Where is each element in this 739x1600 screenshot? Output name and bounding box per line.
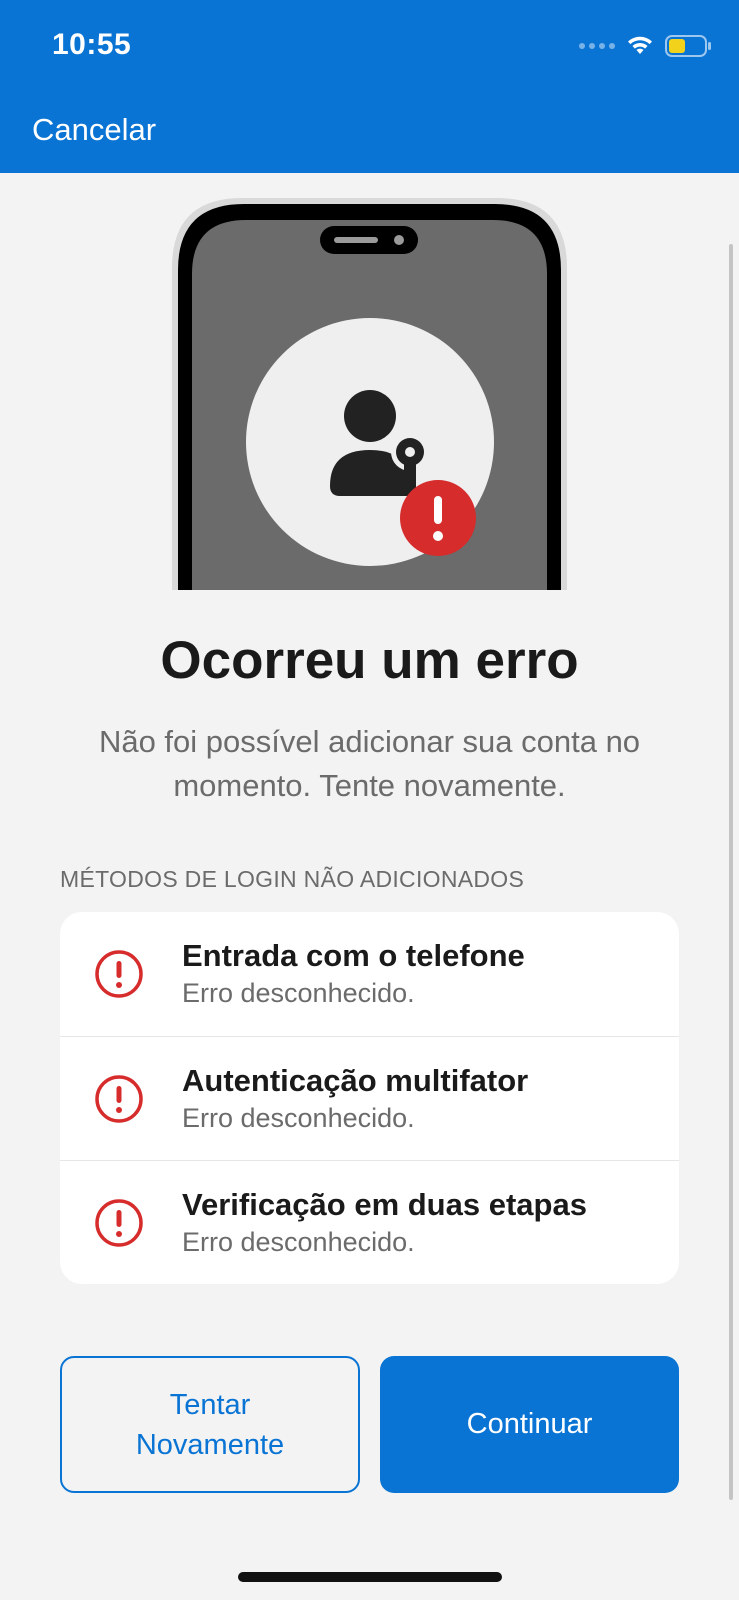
- cancel-button[interactable]: Cancelar: [32, 112, 156, 148]
- list-item-title: Entrada com o telefone: [182, 938, 525, 973]
- list-item: Autenticação multifator Erro desconhecid…: [60, 1036, 679, 1160]
- section-header: MÉTODOS DE LOGIN NÃO ADICIONADOS: [60, 866, 525, 892]
- retry-button-label: Tentar Novamente: [136, 1385, 284, 1465]
- top-bar: 10:55 Cancelar: [0, 0, 739, 173]
- login-methods-list: Entrada com o telefone Erro desconhecido…: [60, 912, 679, 1284]
- list-item: Entrada com o telefone Erro desconhecido…: [60, 912, 679, 1036]
- list-item-title: Autenticação multifator: [182, 1063, 529, 1098]
- continue-button[interactable]: Continuar: [380, 1356, 679, 1493]
- retry-button[interactable]: Tentar Novamente: [60, 1356, 360, 1493]
- list-item-status: Erro desconhecido.: [182, 1227, 415, 1257]
- signal-dots-icon: [579, 43, 615, 49]
- scrollbar[interactable]: [729, 244, 733, 1500]
- list-item: Verificação em duas etapas Erro desconhe…: [60, 1160, 679, 1284]
- error-circle-icon: [95, 1075, 143, 1123]
- retry-label-line-1: Tentar: [169, 1388, 251, 1421]
- home-indicator[interactable]: [238, 1572, 502, 1582]
- page-subtitle: Não foi possível adicionar sua conta no …: [60, 720, 679, 808]
- page-title: Ocorreu um erro: [160, 631, 579, 690]
- phone-illustration: [172, 198, 567, 590]
- list-item-status: Erro desconhecido.: [182, 1103, 415, 1133]
- subtitle-line-2: momento. Tente novamente.: [173, 768, 566, 803]
- status-icons: [579, 34, 711, 58]
- wifi-icon: [628, 36, 652, 54]
- error-circle-icon: [95, 950, 143, 998]
- list-item-title: Verificação em duas etapas: [182, 1187, 587, 1222]
- battery-icon: [665, 35, 711, 57]
- error-circle-icon: [95, 1199, 143, 1247]
- subtitle-line-1: Não foi possível adicionar sua conta no: [98, 724, 641, 759]
- retry-label-line-2: Novamente: [135, 1428, 285, 1461]
- error-badge-icon: [400, 480, 476, 556]
- status-time: 10:55: [52, 28, 132, 61]
- list-item-status: Erro desconhecido.: [182, 978, 415, 1008]
